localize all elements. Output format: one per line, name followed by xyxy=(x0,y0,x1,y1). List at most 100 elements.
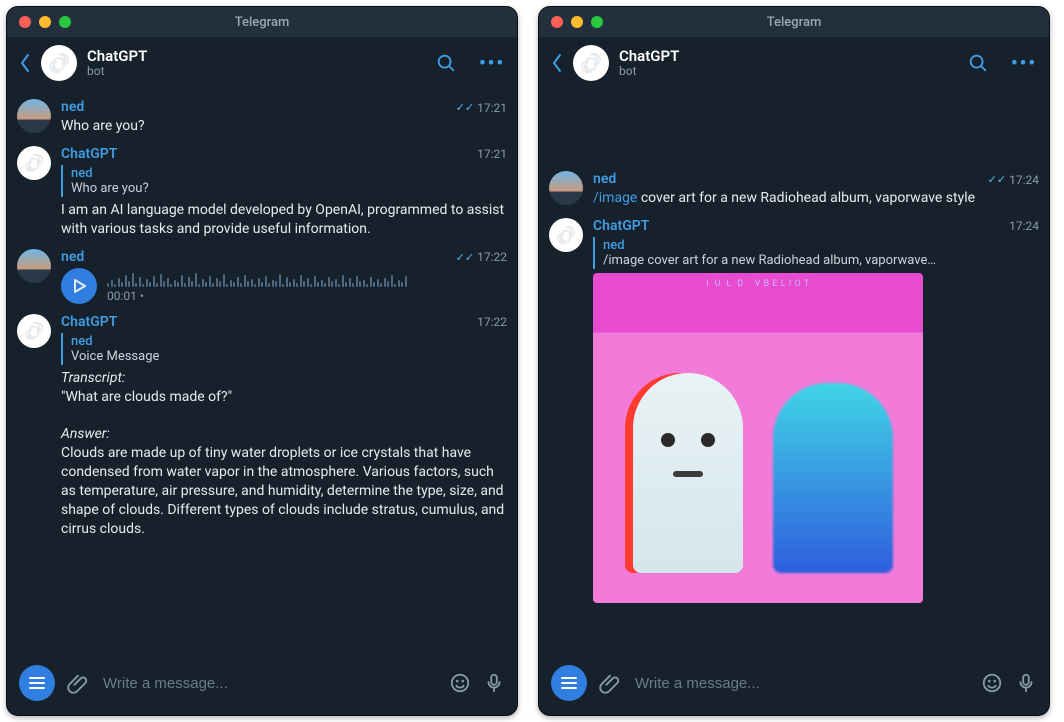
message-text: I am an AI language model developed by O… xyxy=(61,201,507,239)
window-title: Telegram xyxy=(7,15,517,30)
message-list[interactable]: ned ✓✓ 17:21 Who are you? xyxy=(7,91,517,655)
play-icon xyxy=(72,279,86,293)
avatar[interactable] xyxy=(17,146,51,180)
reply-quote[interactable]: ned Who are you? xyxy=(61,165,507,197)
back-button[interactable] xyxy=(551,53,563,73)
avatar[interactable] xyxy=(17,99,51,133)
voice-record-button[interactable] xyxy=(1015,672,1037,694)
search-button[interactable] xyxy=(435,52,457,74)
search-icon xyxy=(435,52,457,74)
openai-logo-icon xyxy=(555,224,577,246)
image-overlay-text: I U L D V B E L I O T xyxy=(593,279,923,289)
openai-logo-icon xyxy=(23,320,45,342)
sender-name: ChatGPT xyxy=(61,146,117,162)
message-input[interactable] xyxy=(633,674,969,693)
microphone-icon xyxy=(1015,672,1037,694)
menu-button[interactable] xyxy=(551,665,587,701)
avatar[interactable] xyxy=(549,218,583,252)
paperclip-icon xyxy=(599,672,621,694)
emoji-button[interactable] xyxy=(981,672,1003,694)
transcript-text: "What are clouds made of?" xyxy=(61,389,232,405)
message-input[interactable] xyxy=(101,674,437,693)
message: ned ✓✓ 17:21 Who are you? xyxy=(17,99,507,136)
avatar[interactable] xyxy=(17,249,51,283)
hamburger-icon xyxy=(561,682,577,684)
chat-avatar[interactable] xyxy=(41,45,77,81)
quote-text: /image cover art for a new Radiohead alb… xyxy=(603,253,1039,268)
command-text: /image xyxy=(593,190,637,206)
attach-button[interactable] xyxy=(599,672,621,694)
paperclip-icon xyxy=(67,672,89,694)
chat-header: ChatGPT bot ••• xyxy=(539,37,1049,91)
emoji-button[interactable] xyxy=(449,672,471,694)
message-text: Who are you? xyxy=(61,117,507,136)
chat-title-block[interactable]: ChatGPT bot xyxy=(619,48,957,78)
message-time: 17:21 xyxy=(477,147,507,161)
menu-button[interactable] xyxy=(19,665,55,701)
smiley-icon xyxy=(981,672,1003,694)
search-icon xyxy=(967,52,989,74)
telegram-window-right: Telegram ChatGPT bot ••• xyxy=(538,6,1050,716)
message: ned ✓✓ 17:24 /image cover art for a new … xyxy=(549,171,1039,208)
quote-text: Who are you? xyxy=(71,181,507,196)
quote-sender: ned xyxy=(71,166,507,181)
message-list[interactable]: ned ✓✓ 17:24 /image cover art for a new … xyxy=(539,91,1049,655)
voice-record-button[interactable] xyxy=(483,672,505,694)
more-button[interactable]: ••• xyxy=(479,53,505,74)
chat-avatar[interactable] xyxy=(573,45,609,81)
quote-sender: ned xyxy=(603,238,1039,253)
message: ned ✓✓ 17:22 00:01 • xyxy=(17,249,507,304)
titlebar: Telegram xyxy=(539,7,1049,37)
message: ChatGPT 17:21 ned Who are you? I am an A… xyxy=(17,146,507,239)
sender-name: ChatGPT xyxy=(593,218,649,234)
image-figure xyxy=(653,423,723,503)
quote-sender: ned xyxy=(71,334,507,349)
message-text: /image cover art for a new Radiohead alb… xyxy=(593,189,1039,208)
voice-message: 00:01 • xyxy=(61,268,507,304)
smiley-icon xyxy=(449,672,471,694)
read-ticks-icon: ✓✓ xyxy=(456,102,474,113)
generated-image[interactable]: I U L D V B E L I O T xyxy=(593,273,923,603)
sender-name: ned xyxy=(61,249,84,265)
composer xyxy=(7,655,517,715)
message: ChatGPT 17:22 ned Voice Message Transcri… xyxy=(17,314,507,539)
chat-name: ChatGPT xyxy=(87,48,425,65)
chat-subtitle: bot xyxy=(619,65,957,78)
sender-name: ned xyxy=(593,171,616,187)
avatar[interactable] xyxy=(549,171,583,205)
microphone-icon xyxy=(483,672,505,694)
avatar[interactable] xyxy=(17,314,51,348)
waveform[interactable] xyxy=(107,269,507,287)
transcript-label: Transcript: xyxy=(61,370,125,386)
sender-name: ned xyxy=(61,99,84,115)
more-button[interactable]: ••• xyxy=(1011,53,1037,74)
quote-text: Voice Message xyxy=(71,349,507,364)
play-button[interactable] xyxy=(61,268,97,304)
reply-quote[interactable]: ned /image cover art for a new Radiohead… xyxy=(593,237,1039,269)
message-time: 17:24 xyxy=(1009,219,1039,233)
message-time: ✓✓ 17:24 xyxy=(988,173,1039,187)
window-title: Telegram xyxy=(539,15,1049,30)
answer-label: Answer: xyxy=(61,426,110,442)
read-ticks-icon: ✓✓ xyxy=(988,174,1006,185)
composer xyxy=(539,655,1049,715)
message-text: Transcript: "What are clouds made of?" A… xyxy=(61,369,507,539)
openai-logo-icon xyxy=(47,51,71,75)
chat-header: ChatGPT bot ••• xyxy=(7,37,517,91)
chat-title-block[interactable]: ChatGPT bot xyxy=(87,48,425,78)
chat-subtitle: bot xyxy=(87,65,425,78)
voice-duration: 00:01 • xyxy=(107,289,507,303)
chat-name: ChatGPT xyxy=(619,48,957,65)
openai-logo-icon xyxy=(579,51,603,75)
back-button[interactable] xyxy=(19,53,31,73)
search-button[interactable] xyxy=(967,52,989,74)
message-time: ✓✓ 17:21 xyxy=(456,101,507,115)
reply-quote[interactable]: ned Voice Message xyxy=(61,333,507,365)
read-ticks-icon: ✓✓ xyxy=(456,252,474,263)
answer-text: Clouds are made up of tiny water droplet… xyxy=(61,445,504,537)
message-time: 17:22 xyxy=(477,315,507,329)
sender-name: ChatGPT xyxy=(61,314,117,330)
hamburger-icon xyxy=(29,682,45,684)
titlebar: Telegram xyxy=(7,7,517,37)
attach-button[interactable] xyxy=(67,672,89,694)
